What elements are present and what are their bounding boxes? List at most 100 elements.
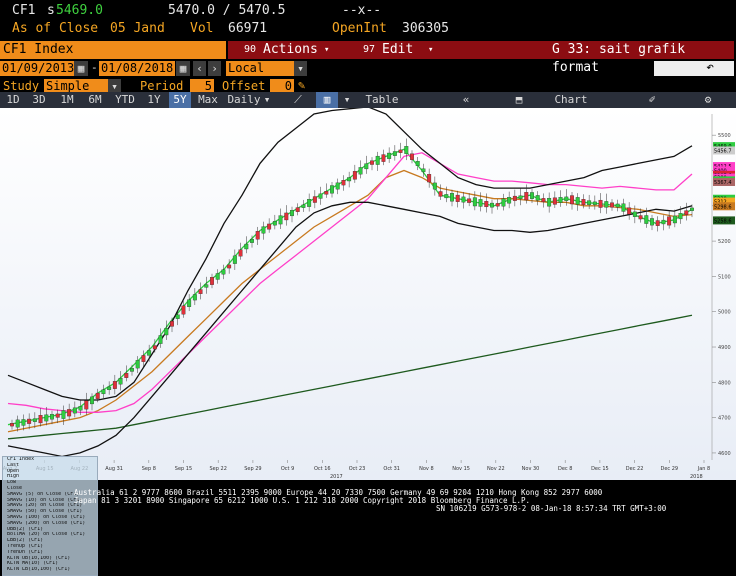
- candle-body: [432, 182, 437, 190]
- candle-body: [524, 192, 529, 201]
- x-tick-label: Dec 15: [591, 466, 609, 472]
- actions-button[interactable]: Actions: [263, 41, 318, 59]
- candle-body: [50, 414, 54, 420]
- candle-body: [10, 423, 14, 427]
- calendar-icon[interactable]: ▦: [176, 61, 190, 76]
- date-separator: -: [91, 61, 98, 74]
- range-1m[interactable]: 1M: [55, 92, 79, 108]
- frequency-chevron-icon[interactable]: ▾: [262, 92, 272, 108]
- x-tick-label: Nov 8: [419, 466, 434, 472]
- chart-content-icon[interactable]: ⬒: [512, 92, 526, 108]
- frequency-select[interactable]: Daily: [226, 92, 262, 108]
- candle-body: [410, 153, 414, 160]
- candle-body: [570, 195, 574, 205]
- footer-line-3: SN 106219 G573-978-2 08-Jan-18 8:57:34 T…: [436, 504, 667, 513]
- currency-select[interactable]: Local CCY: [226, 61, 294, 90]
- candle-body: [638, 215, 643, 220]
- candle-body: [490, 202, 494, 208]
- candle-body: [415, 161, 420, 166]
- range-1d[interactable]: 1D: [2, 92, 24, 108]
- candle-body: [478, 199, 483, 207]
- candle-body: [398, 149, 403, 153]
- candle-body: [147, 350, 152, 356]
- candle-body: [44, 414, 49, 422]
- undo-icon[interactable]: ↶: [654, 61, 734, 76]
- candle-body: [632, 211, 637, 217]
- candle-body: [438, 191, 443, 197]
- range-5y[interactable]: 5Y: [169, 92, 191, 108]
- quote-line: CF1 s 5469.0 5470.0 / 5470.5 --x--: [0, 3, 736, 21]
- candle-body: [21, 419, 26, 426]
- vol-value: 66971: [228, 21, 268, 36]
- table-button[interactable]: Table: [362, 92, 402, 108]
- candle-body: [101, 389, 106, 395]
- price-chart[interactable]: 5500540053005200510050004900480047004600…: [0, 108, 736, 576]
- next-arrow-icon[interactable]: ›: [208, 61, 221, 76]
- vol-label: Vol: [190, 21, 214, 36]
- settings-icon[interactable]: ⚙: [700, 92, 716, 108]
- y-tick-label: 5100: [718, 274, 731, 280]
- chart-legend[interactable]: CF1 Index Last Open High Low Close SMAVG (5) o…: [2, 456, 98, 576]
- pencil-icon[interactable]: ✎: [298, 78, 305, 92]
- range-ytd[interactable]: YTD: [111, 92, 139, 108]
- candle-body: [301, 204, 306, 208]
- candle-body: [575, 197, 580, 205]
- edit-button[interactable]: Edit: [382, 41, 413, 59]
- candle-body: [90, 396, 94, 405]
- candle-body: [450, 193, 454, 202]
- prev-arrow-icon[interactable]: ‹: [193, 61, 206, 76]
- range-6m[interactable]: 6M: [83, 92, 107, 108]
- candle-body: [272, 221, 277, 226]
- chart-content-button[interactable]: Chart Content: [530, 92, 612, 122]
- menu-strip: 90 Actions ▾ 97 Edit ▾ G 33: sait grafik…: [228, 41, 734, 75]
- candle-body: [210, 277, 214, 285]
- x-tick-label: Oct 16: [314, 466, 331, 472]
- candle-body: [267, 223, 272, 230]
- y-tick-label: 5200: [718, 239, 731, 245]
- candle-body: [587, 200, 592, 205]
- currency-chevron-icon[interactable]: ▾: [294, 61, 307, 76]
- start-date-input[interactable]: 01/09/2013: [0, 61, 74, 76]
- candle-body: [324, 191, 329, 195]
- actions-chevron-icon[interactable]: ▾: [324, 41, 329, 59]
- candle-body: [518, 195, 523, 199]
- offset-label: Offset: [222, 79, 266, 93]
- candle-body: [38, 415, 43, 424]
- candle-body: [484, 201, 489, 208]
- candle-body: [221, 269, 226, 275]
- candle-body: [15, 419, 20, 428]
- range-1y[interactable]: 1Y: [143, 92, 165, 108]
- candle-body: [592, 201, 597, 205]
- range-3d[interactable]: 3D: [28, 92, 50, 108]
- candle-body: [335, 182, 340, 190]
- candle-body: [627, 207, 632, 215]
- candle-body: [558, 197, 563, 203]
- candle-body: [421, 168, 426, 173]
- x-tick-label: Dec 22: [626, 466, 644, 472]
- series-line: [7, 201, 693, 458]
- bid-ask: 5470.0 / 5470.5: [168, 3, 286, 18]
- calendar-icon[interactable]: ▦: [74, 61, 88, 76]
- chart-type-chevron-icon[interactable]: ▾: [341, 92, 353, 108]
- candle-body: [181, 305, 186, 315]
- candle-body: [507, 197, 512, 204]
- candle-body: [564, 196, 569, 201]
- last-price: 5469.0: [56, 3, 103, 18]
- candle-body: [158, 335, 163, 344]
- edit-chart-icon[interactable]: ✐: [644, 92, 660, 108]
- candle-body: [112, 381, 117, 389]
- line-chart-icon[interactable]: ⟋: [287, 92, 309, 108]
- x-tick-label: Sep 8: [142, 466, 156, 472]
- candle-body: [404, 146, 409, 154]
- range-toolbar: 1D 3D 1M 6M YTD 1Y 5Y Max Daily ▾ ⟋ ▥ ▾ …: [0, 92, 736, 122]
- candle-chart-icon[interactable]: ▥: [316, 92, 338, 108]
- x-year-label: 2017: [330, 474, 343, 480]
- range-max[interactable]: Max: [195, 92, 221, 108]
- candle-body: [227, 264, 232, 269]
- edit-chevron-icon[interactable]: ▾: [428, 41, 433, 59]
- end-date-input[interactable]: 01/08/2018: [99, 61, 175, 76]
- collapse-icon[interactable]: «: [455, 92, 477, 108]
- security-field[interactable]: CF1 Index: [0, 41, 226, 59]
- legend-row[interactable]: KLTN LB(10,100) (CF1): [3, 567, 97, 573]
- candle-body: [130, 368, 134, 372]
